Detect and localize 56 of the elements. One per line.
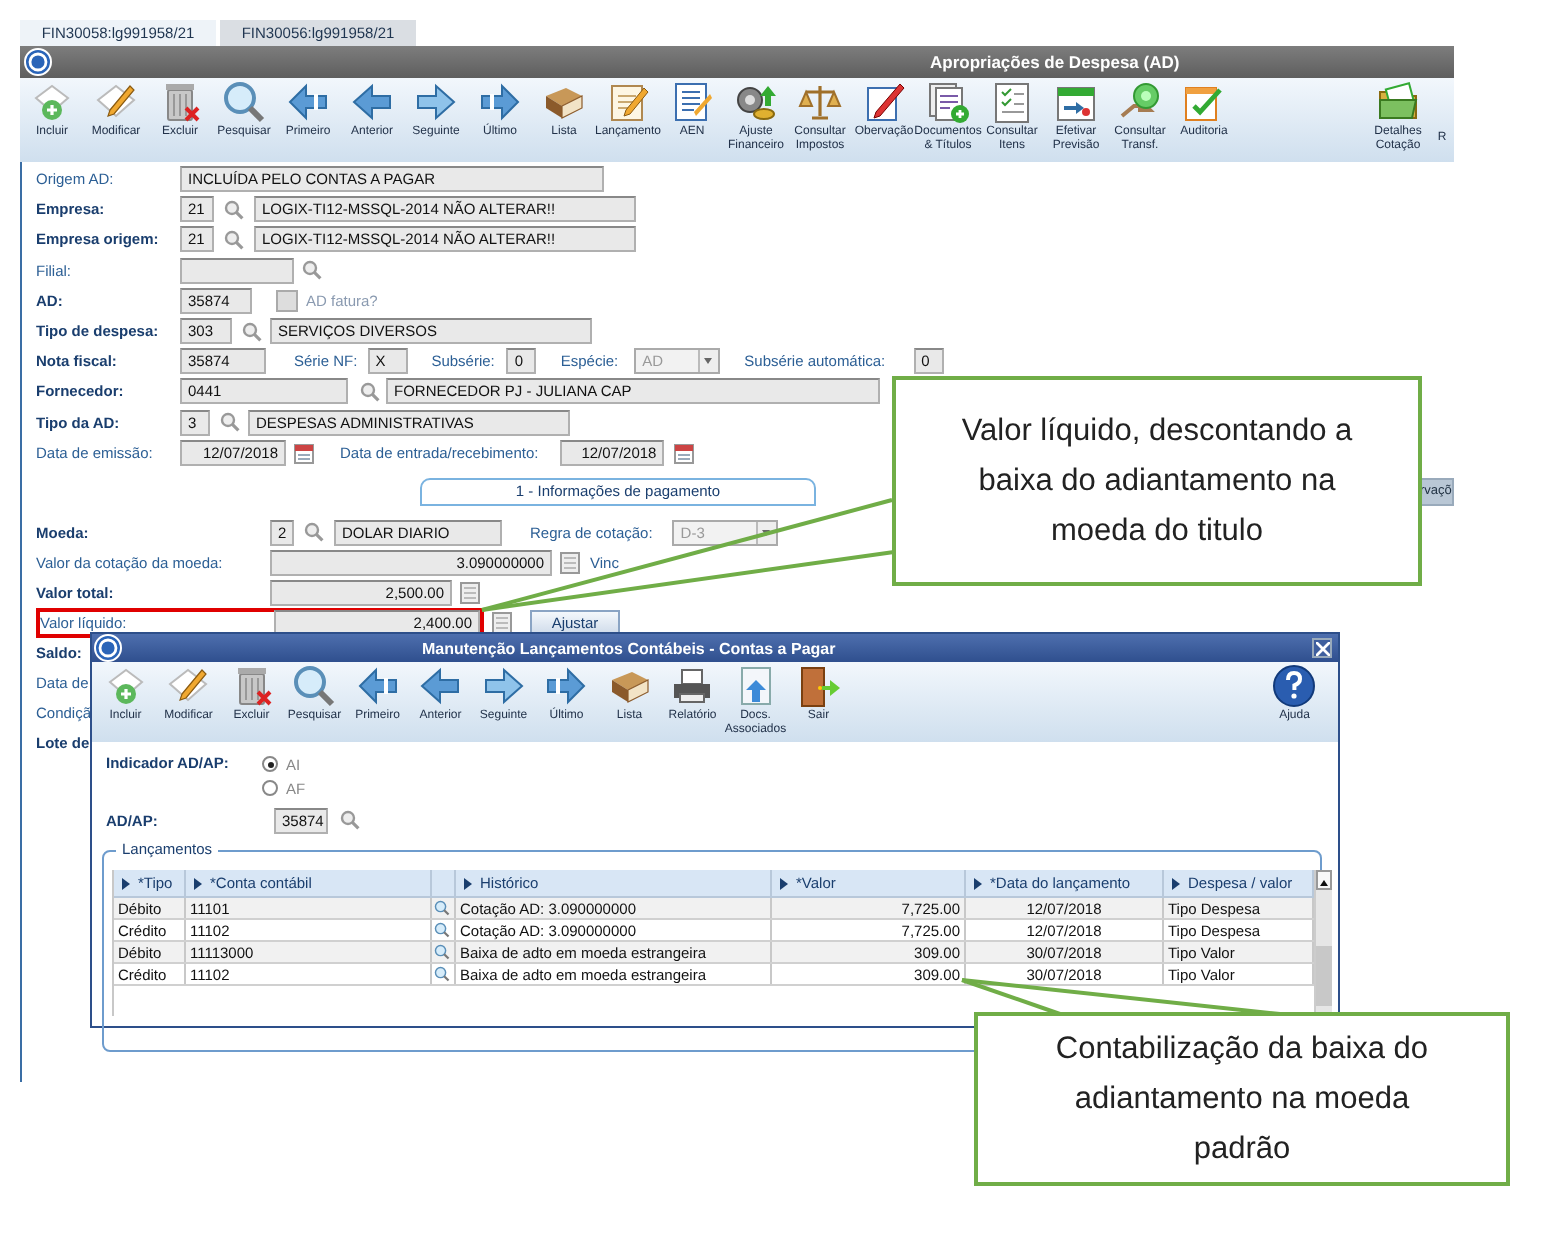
- help-icon: [1272, 664, 1317, 708]
- right-arrow-icon: [481, 664, 526, 708]
- calendar-icon[interactable]: [674, 441, 695, 464]
- search-icon[interactable]: [434, 944, 450, 960]
- left-arrow-icon: [350, 80, 394, 124]
- triangle-icon: [194, 877, 202, 889]
- callout-note: Contabilização da baixa do adiantamento na moeda padrão: [974, 1012, 1510, 1186]
- first-arrow-icon: [355, 664, 400, 708]
- search-icon[interactable]: [340, 810, 360, 830]
- scroll-up-icon[interactable]: [1316, 870, 1332, 890]
- window-title: Manutenção Lançamentos Contábeis - Contas a Pagar: [422, 639, 836, 657]
- calculator-icon[interactable]: [492, 611, 512, 634]
- input-field[interactable]: [180, 257, 294, 284]
- search-icon: [222, 80, 266, 124]
- right-arrow-icon: [414, 80, 458, 124]
- exit-door-icon: [796, 664, 841, 708]
- close-button[interactable]: [1312, 638, 1332, 658]
- search-icon: [292, 664, 337, 708]
- window-title: Apropriações de Despesa (AD): [930, 52, 1180, 72]
- pen-icon: [862, 80, 906, 124]
- radio-button[interactable]: [262, 780, 278, 796]
- search-icon[interactable]: [224, 199, 244, 220]
- search-icon[interactable]: [434, 900, 450, 916]
- scrollbar[interactable]: [1314, 870, 1332, 1016]
- first-arrow-icon: [286, 80, 330, 124]
- search-icon[interactable]: [220, 412, 240, 433]
- scroll-thumb[interactable]: [1316, 946, 1332, 1006]
- search-icon[interactable]: [434, 966, 450, 982]
- add-icon: [30, 80, 74, 124]
- search-icon[interactable]: [302, 260, 322, 281]
- search-icon[interactable]: [304, 522, 324, 543]
- triangle-icon: [122, 877, 130, 889]
- triangle-icon: [974, 877, 982, 889]
- triangle-icon: [1172, 877, 1180, 889]
- document-icon: [670, 80, 714, 124]
- documents-icon: [926, 80, 970, 124]
- printer-icon: [670, 664, 715, 708]
- search-icon[interactable]: [434, 922, 450, 938]
- folder-icon: [1376, 80, 1420, 124]
- radio-button[interactable]: [262, 756, 278, 772]
- add-icon: [103, 664, 148, 708]
- search-icon[interactable]: [242, 321, 262, 342]
- callout-note: Valor líquido, descontando a baixa do adiantamento na moeda do titulo: [892, 376, 1422, 586]
- search-icon[interactable]: [224, 229, 244, 250]
- calendar-icon[interactable]: [294, 441, 314, 464]
- triangle-icon: [464, 877, 472, 889]
- search-icon[interactable]: [360, 381, 380, 402]
- logo-icon: [24, 48, 52, 76]
- scales-icon: [798, 80, 842, 124]
- last-arrow-icon: [478, 80, 522, 124]
- last-arrow-icon: [544, 664, 589, 708]
- caret-icon: [698, 350, 719, 373]
- triangle-icon: [780, 877, 788, 889]
- left-arrow-icon: [418, 664, 463, 708]
- checklist-icon: [990, 80, 1034, 124]
- notepad-icon: [606, 80, 650, 124]
